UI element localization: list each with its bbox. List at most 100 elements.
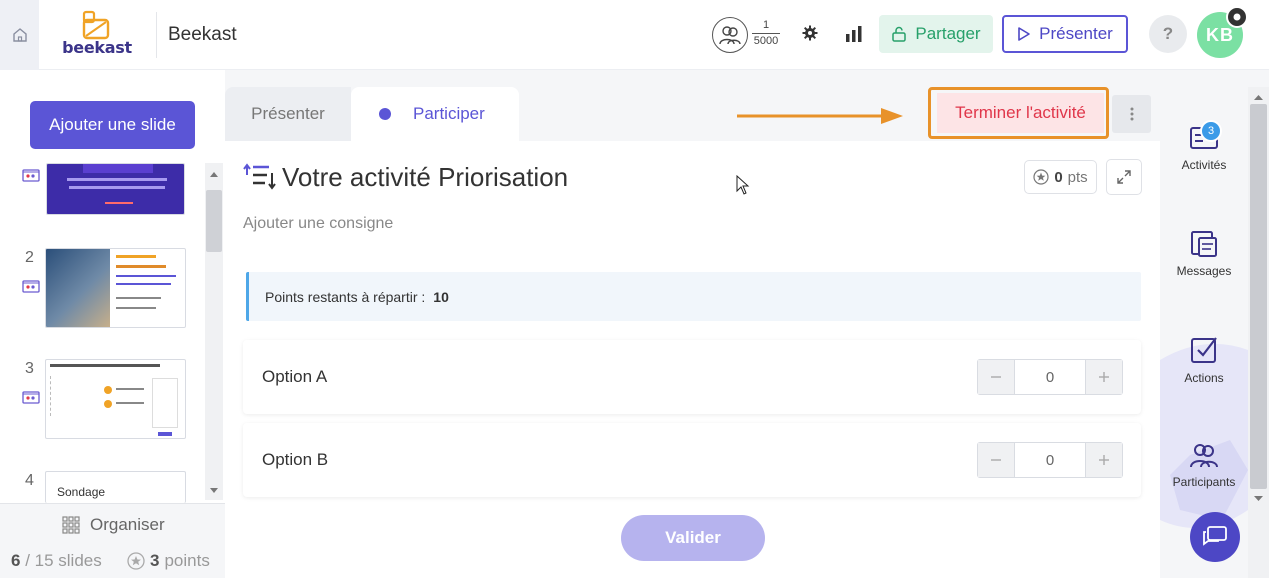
sidebar-item-participants[interactable]: Participants (1160, 441, 1248, 489)
slide-thumbnail[interactable] (45, 359, 186, 439)
divider (156, 12, 157, 58)
points-unit: pts (1067, 168, 1088, 186)
thumb-line (116, 307, 156, 309)
grid-icon (62, 516, 80, 534)
annotation-arrow (737, 108, 903, 124)
sidebar-item-label: Messages (1176, 264, 1232, 278)
slide-type-icon (22, 389, 40, 405)
participants-count: 1 5000 (752, 19, 780, 48)
slide-total: / 15 slides (25, 551, 102, 570)
submit-button[interactable]: Valider (621, 515, 765, 561)
organise-label: Organiser (90, 515, 165, 534)
settings-button[interactable] (801, 24, 819, 42)
minus-icon (991, 376, 1001, 378)
star-circle-icon (1033, 169, 1049, 185)
avatar-status-badge (1226, 6, 1248, 28)
beekast-logo[interactable]: beekast (60, 10, 134, 57)
thumb-line (50, 364, 160, 367)
points-value: 0 (1054, 168, 1063, 186)
thumb-line (116, 275, 176, 277)
slide-type-icon (22, 167, 40, 183)
logo-wordmark: beekast (62, 38, 132, 57)
thumb-line (158, 432, 172, 436)
share-button[interactable]: Partager (879, 15, 993, 53)
expand-button[interactable] (1106, 159, 1142, 195)
gear-icon (802, 25, 818, 41)
participants-max: 5000 (753, 35, 779, 47)
organise-button[interactable]: Organiser (62, 515, 165, 535)
participants-current: 1 (762, 19, 770, 31)
total-points: 3 points (127, 551, 210, 571)
unlock-icon (892, 26, 907, 42)
more-options-button[interactable] (1112, 95, 1151, 133)
sidebar-item-messages[interactable]: Messages (1160, 230, 1248, 278)
stats-button[interactable] (844, 24, 864, 44)
decrement-button[interactable] (978, 443, 1014, 477)
stepper-value[interactable]: 0 (1014, 443, 1086, 477)
slide-thumbnail[interactable] (45, 248, 186, 328)
plus-icon (1099, 455, 1109, 465)
thumb-dot (104, 400, 112, 408)
tab-present[interactable]: Présenter (225, 87, 351, 141)
activity-title: Votre activité Priorisation (282, 162, 569, 192)
slide-number: 3 (25, 360, 34, 377)
present-label: Présenter (1039, 24, 1113, 43)
slides-scrollbar-thumb[interactable] (206, 190, 222, 252)
slide-count: 6 / 15 slides (11, 551, 102, 571)
thumb-dot (104, 386, 112, 394)
vertical-dots-icon (1130, 107, 1133, 121)
slide-thumbnail[interactable] (46, 163, 185, 215)
end-activity-button[interactable]: Terminer l'activité (937, 93, 1104, 133)
slide-number: 2 (25, 249, 34, 266)
slide-index: 6 (11, 551, 21, 570)
thumb-line (67, 178, 167, 181)
stepper-value[interactable]: 0 (1014, 360, 1086, 394)
play-icon (1018, 27, 1030, 41)
help-button[interactable]: ? (1149, 15, 1187, 53)
increment-button[interactable] (1086, 360, 1122, 394)
chat-button[interactable] (1190, 512, 1240, 562)
sidebar-item-actions[interactable]: Actions (1160, 335, 1248, 385)
points-button[interactable]: 0 pts (1024, 160, 1097, 194)
remaining-value: 10 (433, 288, 449, 305)
messages-icon (1191, 231, 1217, 257)
thumb-line (116, 255, 156, 258)
home-button[interactable] (0, 0, 39, 70)
remaining-label: Points restants à répartir : (265, 288, 426, 305)
instruction-field[interactable]: Ajouter une consigne (243, 215, 393, 233)
plus-icon (1099, 372, 1109, 382)
thumb-line (116, 283, 171, 285)
crown-icon (1233, 13, 1241, 21)
add-slide-button[interactable]: Ajouter une slide (30, 101, 195, 149)
increment-button[interactable] (1086, 443, 1122, 477)
thumb-header (83, 164, 153, 173)
decrement-button[interactable] (978, 360, 1014, 394)
participants-counter-button[interactable] (712, 17, 748, 53)
thumb-text: Sondage (57, 485, 106, 499)
remaining-points-banner: Points restants à répartir : 10 (246, 272, 1141, 321)
chat-icon (1203, 526, 1227, 546)
option-row: Option A 0 (243, 340, 1141, 414)
thumb-panel (152, 378, 178, 428)
tab-participate[interactable]: Participer (351, 87, 519, 141)
thumb-line (50, 376, 90, 416)
minus-icon (991, 459, 1001, 461)
points-unit: points (164, 551, 210, 570)
app-title: Beekast (168, 24, 237, 45)
thumb-photo (46, 249, 110, 327)
slide-thumbnail[interactable]: Sondage (45, 471, 186, 503)
share-label: Partager (915, 24, 981, 43)
present-button[interactable]: Présenter (1002, 15, 1128, 53)
points-stepper: 0 (977, 359, 1123, 395)
activities-count-badge: 3 (1200, 120, 1222, 142)
prioritization-icon (243, 163, 277, 191)
logo-mark-icon (82, 10, 110, 40)
option-label: Option A (262, 367, 328, 386)
thumb-line (69, 186, 165, 189)
sidebar-item-label: Participants (1172, 475, 1236, 489)
active-tab-dot (379, 108, 391, 120)
page-scrollbar-thumb[interactable] (1250, 104, 1267, 489)
fraction-line (752, 33, 780, 34)
thumb-line (116, 388, 144, 390)
participants-icon (1190, 444, 1218, 468)
